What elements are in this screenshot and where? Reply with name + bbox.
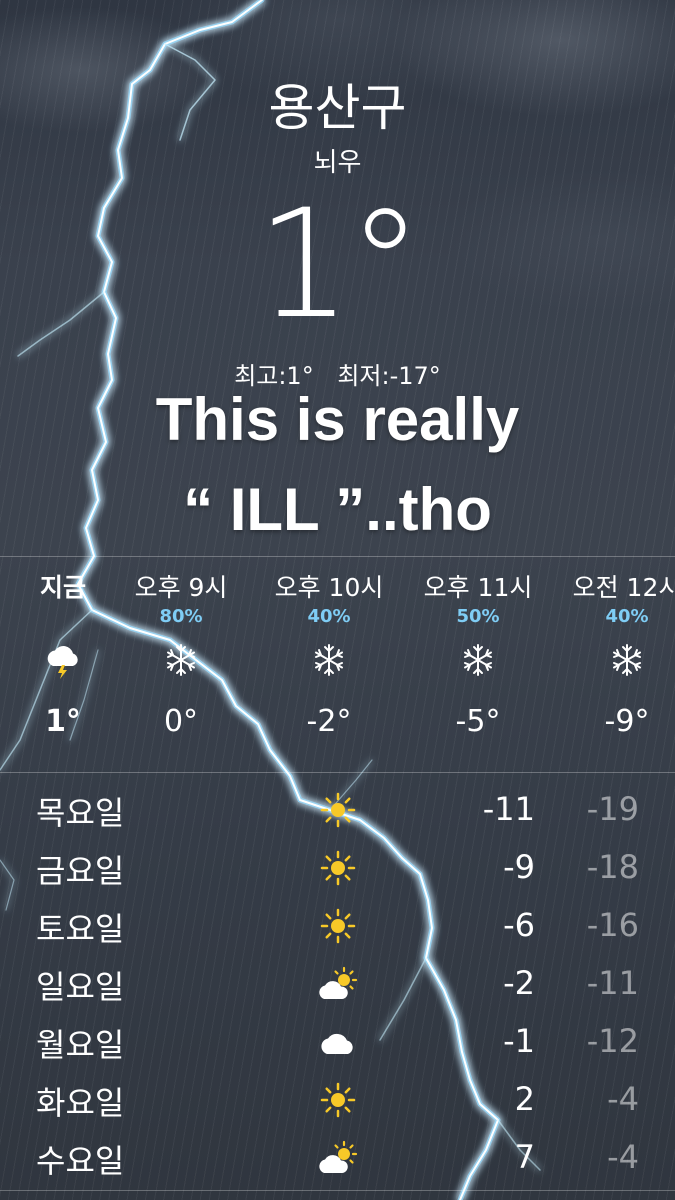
hour-label: 오후 9시 — [134, 573, 228, 602]
day-low: -12 — [586, 1022, 639, 1060]
hour-label: 오후 10시 — [274, 573, 384, 602]
day-low: -4 — [607, 1080, 639, 1118]
hour-label: 오전 12시 — [572, 573, 675, 602]
day-high: -1 — [503, 1022, 535, 1060]
weather-condition: 뇌우 — [313, 148, 362, 178]
daily-row-saturday: 토요일 -6 -16 — [0, 896, 675, 954]
day-low: -19 — [586, 790, 639, 828]
day-name: 일요일 — [36, 968, 125, 1006]
daily-row-monday: 월요일 -1 -12 — [0, 1012, 675, 1070]
partly-cloudy-icon — [316, 1140, 360, 1176]
snowflake-icon — [254, 632, 404, 688]
hourly-item-12am: 오전 12시 40% -9° — [552, 570, 675, 752]
city-name: 용산구 — [268, 79, 407, 137]
day-high: -2 — [503, 964, 535, 1002]
precip-chance: 40% — [605, 606, 649, 627]
snowflake-icon — [106, 632, 256, 688]
day-low: -4 — [607, 1138, 639, 1176]
daily-row-friday: 금요일 -9 -18 — [0, 838, 675, 896]
day-high: -11 — [482, 790, 535, 828]
sun-icon — [316, 792, 360, 828]
daily-bottom-divider — [0, 1190, 675, 1191]
snowflake-icon — [403, 632, 553, 688]
hour-temperature: -9° — [604, 704, 650, 739]
day-name: 토요일 — [36, 910, 125, 948]
sun-icon — [316, 1082, 360, 1118]
cloud-icon — [316, 1024, 360, 1060]
current-temperature: 1° — [256, 178, 422, 352]
hour-temperature: -2° — [306, 704, 352, 739]
weather-screen: 용산구 뇌우 1° 최고:1° 최저:-17° This is really “… — [0, 0, 675, 1200]
day-name: 수요일 — [36, 1142, 125, 1180]
hour-temperature: -5° — [455, 704, 501, 739]
caption-line-2: “ ILL ”..tho — [183, 476, 492, 543]
daily-row-thursday: 목요일 -11 -19 — [0, 780, 675, 838]
day-high: 2 — [514, 1080, 535, 1118]
hour-temperature: 0° — [163, 704, 199, 739]
daily-forecast[interactable]: 목요일 -11 -19 금요일 -9 -18 토요일 -6 -16 일요일 -2… — [0, 780, 675, 1186]
day-high: -6 — [503, 906, 535, 944]
day-high: 7 — [514, 1138, 535, 1176]
daily-row-wednesday: 수요일 7 -4 — [0, 1128, 675, 1186]
day-name: 월요일 — [36, 1026, 125, 1064]
day-low: -11 — [586, 964, 639, 1002]
hourly-top-divider — [0, 556, 675, 557]
caption-line-1: This is really — [155, 386, 520, 453]
hour-label: 오후 11시 — [423, 573, 533, 602]
partly-cloudy-icon — [316, 966, 360, 1002]
hourly-bottom-divider — [0, 772, 675, 773]
daily-row-tuesday: 화요일 2 -4 — [0, 1070, 675, 1128]
sun-icon — [316, 908, 360, 944]
day-low: -18 — [586, 848, 639, 886]
day-name: 목요일 — [36, 794, 125, 832]
day-high: -9 — [503, 848, 535, 886]
hourly-item-11pm: 오후 11시 50% -5° — [403, 570, 553, 752]
hourly-item-9pm: 오후 9시 80% 0° — [106, 570, 256, 752]
precip-chance: 80% — [159, 606, 203, 627]
precip-chance: 50% — [456, 606, 500, 627]
daily-row-sunday: 일요일 -2 -11 — [0, 954, 675, 1012]
hourly-forecast[interactable]: 지금 1° 오후 9시 80% 0° 오후 10시 40% -2° 오후 11시… — [0, 570, 675, 770]
precip-chance: 40% — [307, 606, 351, 627]
day-name: 화요일 — [36, 1084, 125, 1122]
snowflake-icon — [552, 632, 675, 688]
sun-icon — [316, 850, 360, 886]
day-low: -16 — [586, 906, 639, 944]
hourly-item-10pm: 오후 10시 40% -2° — [254, 570, 404, 752]
day-name: 금요일 — [36, 852, 125, 890]
